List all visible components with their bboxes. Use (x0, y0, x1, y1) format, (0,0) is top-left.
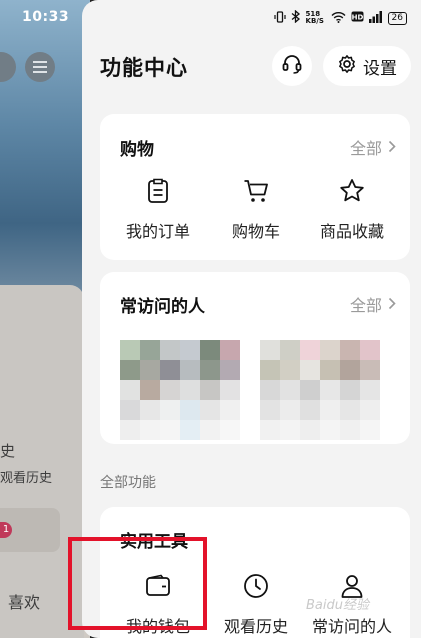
status-time: 10:33 (22, 9, 70, 25)
shopping-cart-label: 购物车 (231, 222, 280, 241)
favorites-button[interactable]: 商品收藏 (302, 176, 402, 242)
watch-history-label: 观看历史 (223, 617, 288, 636)
headset-icon (281, 53, 303, 79)
chevron-right-icon (388, 295, 396, 314)
battery-indicator: 26 (387, 11, 407, 25)
shopping-title: 购物 (120, 140, 154, 160)
svg-text:HD: HD (351, 14, 363, 22)
page-title: 功能中心 (100, 56, 188, 80)
background-menu-icon (25, 52, 55, 82)
background-watch-history-partial: 观看历史 (0, 471, 53, 486)
shopping-cart-button[interactable]: 购物车 (206, 176, 306, 242)
watermark: Baidu经验 (306, 598, 369, 613)
gear-icon (337, 54, 357, 79)
status-icons: 518 KB/S HD 26 (273, 9, 407, 26)
contact-avatar-blurred[interactable] (260, 340, 380, 440)
shopping-card: 购物 全部 我的订单 购物车 商品收藏 (100, 114, 410, 260)
frequent-people-title: 常访问的人 (120, 297, 205, 317)
favorites-label: 商品收藏 (319, 222, 384, 241)
chevron-right-icon (388, 138, 396, 157)
net-speed: 518 KB/S (305, 10, 324, 25)
customer-service-button[interactable] (272, 46, 312, 86)
watch-history-button[interactable]: 观看历史 (206, 571, 306, 637)
wallet-highlight-box (68, 537, 207, 630)
star-icon (339, 176, 365, 206)
background-like-partial: 喜欢 (8, 593, 41, 612)
signal-icon (368, 10, 383, 26)
shopping-view-all[interactable]: 全部 (350, 135, 396, 159)
view-all-label: 全部 (349, 296, 382, 315)
settings-button[interactable]: 设置 (323, 46, 411, 86)
my-orders-button[interactable]: 我的订单 (108, 176, 208, 242)
vibrate-icon (273, 10, 286, 26)
all-functions-section-label: 全部功能 (100, 475, 156, 491)
hd-icon: HD (351, 11, 364, 25)
frequent-people-label: 常访问的人 (311, 617, 392, 636)
frequent-people-card: 常访问的人 全部 (100, 272, 410, 444)
background-text-partial: 史 (0, 442, 16, 460)
clock-icon (243, 571, 269, 601)
my-orders-label: 我的订单 (125, 222, 190, 241)
wifi-icon (331, 11, 346, 26)
settings-label: 设置 (363, 58, 397, 79)
cart-icon (243, 176, 269, 206)
contact-avatar-blurred[interactable] (120, 340, 240, 440)
view-all-label: 全部 (349, 139, 382, 158)
frequent-people-view-all[interactable]: 全部 (350, 292, 396, 316)
order-icon (147, 176, 169, 206)
bluetooth-icon (291, 9, 301, 26)
